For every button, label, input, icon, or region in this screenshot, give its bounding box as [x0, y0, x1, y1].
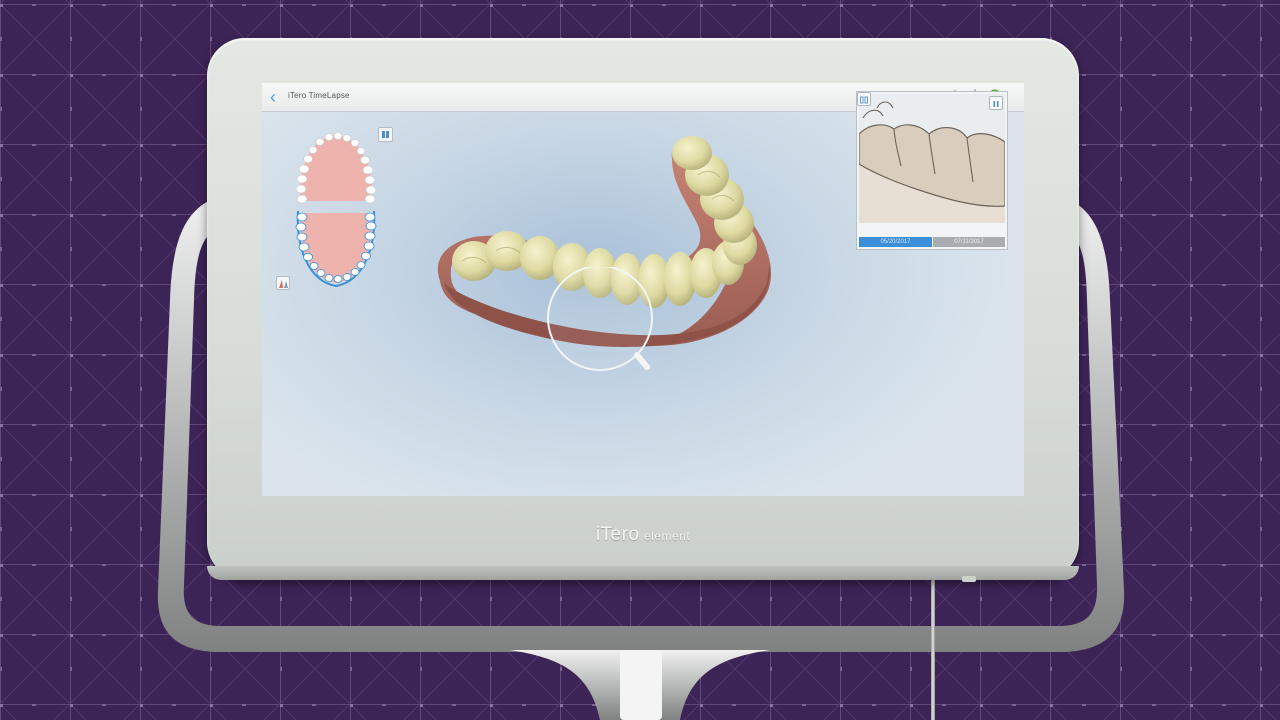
- device-cable: [931, 578, 935, 720]
- back-arrow-icon[interactable]: ‹: [270, 88, 284, 106]
- date-from-segment[interactable]: 05/20/2017: [859, 237, 932, 247]
- brand-main: iTero: [595, 524, 640, 545]
- view-toggle-icon: [382, 131, 389, 138]
- timelapse-date-bar: 05/20/2017 07/11/2017: [859, 237, 1005, 247]
- view-toggle-button[interactable]: [378, 127, 393, 142]
- device-brand-logo: iTero element: [207, 524, 1079, 546]
- app-screen: ‹ iTero TimeLapse ?: [262, 83, 1024, 496]
- tools-button[interactable]: [276, 276, 290, 290]
- device-port: [962, 576, 976, 582]
- pause-icon: [993, 101, 999, 107]
- brand-sub: element: [643, 529, 691, 543]
- pause-button[interactable]: [989, 96, 1003, 110]
- app-title: iTero TimeLapse: [288, 91, 350, 100]
- arch-selector[interactable]: [290, 129, 382, 291]
- itero-device: iTero element ‹ iTero TimeLapse 05/20/20…: [207, 38, 1079, 580]
- compare-icon: [860, 96, 868, 104]
- date-to-segment[interactable]: 07/11/2017: [933, 237, 1005, 247]
- compare-button[interactable]: [857, 92, 871, 106]
- timelapse-preview: [859, 94, 1005, 223]
- timelapse-panel: 05/20/2017 07/11/2017: [856, 91, 1008, 250]
- device-bottom-edge: [207, 566, 1079, 580]
- magnifier-tool[interactable]: [547, 267, 657, 377]
- tools-icon: [279, 280, 288, 288]
